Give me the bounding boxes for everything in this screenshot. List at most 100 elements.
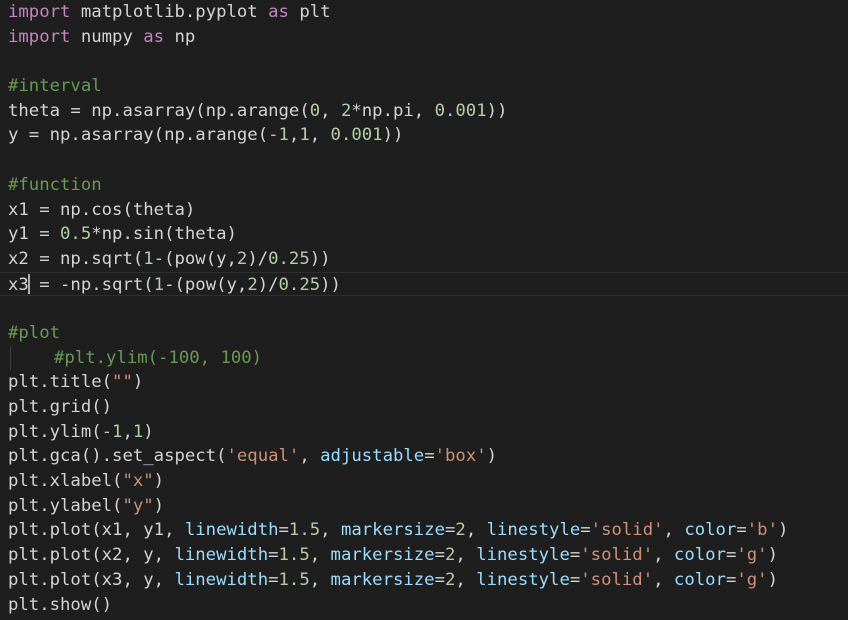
code-token: markersize <box>340 520 445 541</box>
code-token: 1 <box>299 125 310 146</box>
code-token: #plt.ylim(-100, 100) <box>54 347 263 368</box>
code-token: "" <box>112 372 133 393</box>
code-token: ) <box>132 372 144 393</box>
code-token: plt <box>288 2 331 22</box>
code-line[interactable]: plt.gca().set_aspect('equal', adjustable… <box>0 444 848 469</box>
code-token: numpy <box>70 26 144 47</box>
code-token: linestyle <box>486 520 581 541</box>
code-line[interactable]: plt.plot(x1, y1, linewidth=1.5, markersi… <box>0 518 848 543</box>
code-token: , <box>320 520 341 541</box>
code-token: 1 <box>143 248 154 269</box>
code-token: = <box>725 569 737 590</box>
code-token: markersize <box>330 545 435 566</box>
code-line[interactable]: plt.plot(x2, y, linewidth=1.5, markersiz… <box>0 543 848 568</box>
code-token: )) <box>309 248 331 269</box>
code-token: )/ <box>247 248 269 269</box>
code-token: adjustable <box>320 446 425 467</box>
code-token: = <box>569 545 581 566</box>
code-token: x3 <box>8 274 29 295</box>
text-cursor <box>27 273 30 294</box>
code-token: 'g' <box>736 569 768 590</box>
code-line[interactable] <box>0 296 848 321</box>
code-line[interactable]: plt.show() <box>0 593 848 618</box>
code-token: x2 = np.sqrt( <box>8 248 144 269</box>
code-token: = <box>434 569 445 590</box>
code-token: plt.plot(x2, y, <box>8 545 175 566</box>
code-token: , <box>320 100 341 121</box>
code-line[interactable]: #interval <box>0 74 848 99</box>
code-token: *np.pi, <box>351 100 435 121</box>
code-token: = -np.sqrt( <box>28 274 154 295</box>
code-line[interactable]: import matplotlib.pyplot as plt <box>0 0 848 25</box>
code-line[interactable]: plt.grid() <box>0 395 848 420</box>
code-line[interactable]: theta = np.asarray(np.arange(0, 2*np.pi,… <box>0 99 848 124</box>
code-line[interactable]: plt.title("") <box>0 370 848 395</box>
code-token: color <box>684 520 737 541</box>
code-line[interactable]: import numpy as np <box>0 25 848 50</box>
code-token: ) <box>153 495 165 516</box>
code-token: plt.xlabel( <box>8 471 123 492</box>
code-token: , <box>455 545 477 566</box>
code-token: theta = np.asarray(np.arange( <box>8 100 310 121</box>
code-token: 2 <box>445 545 456 566</box>
code-token: plt.ylabel( <box>8 495 123 516</box>
code-token: plt.grid() <box>8 397 113 417</box>
code-token: linewidth <box>184 520 279 541</box>
code-token: 1 <box>153 274 165 295</box>
code-token: 1.5 <box>288 520 321 541</box>
code-line[interactable]: y1 = 0.5*np.sin(theta) <box>0 222 848 247</box>
code-line[interactable]: #plt.ylim(-100, 100) <box>0 345 848 371</box>
code-line[interactable]: plt.plot(x3, y, linewidth=1.5, markersiz… <box>0 568 848 593</box>
code-line[interactable]: y = np.asarray(np.arange(-1,1, 0.001)) <box>0 123 848 148</box>
code-token: y = np.asarray(np.arange( <box>8 125 269 146</box>
code-token: "x" <box>122 471 154 492</box>
code-line[interactable]: x1 = np.cos(theta) <box>0 198 848 223</box>
code-token: -1 <box>268 125 289 146</box>
code-token: = <box>268 545 279 566</box>
code-token: 2 <box>455 520 466 541</box>
code-token: linestyle <box>476 545 570 566</box>
code-line[interactable]: plt.ylabel("y") <box>0 494 848 519</box>
code-token: ) <box>767 569 778 590</box>
code-token: plt.title( <box>8 372 113 393</box>
code-editor[interactable]: import matplotlib.pyplot as plt import nu… <box>0 0 848 620</box>
code-token: #interval <box>8 76 102 97</box>
code-line[interactable] <box>0 148 848 173</box>
code-line[interactable]: #function <box>0 173 848 198</box>
code-token: )) <box>382 125 404 146</box>
code-token: 0.5 <box>60 224 92 245</box>
code-line[interactable] <box>0 49 848 74</box>
code-token: ) <box>777 520 789 541</box>
code-token: ) <box>767 545 778 566</box>
code-token: , <box>288 125 300 146</box>
code-line[interactable]: plt.ylim(-1,1) <box>0 420 848 445</box>
code-token: np <box>164 26 196 47</box>
code-line[interactable]: x2 = np.sqrt(1-(pow(y,2)/0.25)) <box>0 247 848 272</box>
code-token: , <box>309 545 331 566</box>
code-token: linewidth <box>174 569 269 590</box>
code-token: markersize <box>330 569 435 590</box>
code-token: , <box>299 446 321 467</box>
code-line[interactable]: plt.xlabel("x") <box>0 469 848 494</box>
code-token: -(pow(y, <box>164 274 248 295</box>
code-token: -1 <box>101 421 123 442</box>
code-token: )/ <box>257 274 279 295</box>
code-line[interactable]: #plot <box>0 321 848 346</box>
code-token: ) <box>153 471 165 492</box>
code-token: , <box>663 520 685 541</box>
code-token: #function <box>8 174 102 195</box>
code-token: *np.sin(theta) <box>91 224 237 245</box>
code-token: , <box>465 520 487 541</box>
indent-guide <box>10 345 11 371</box>
code-token: import <box>8 2 71 22</box>
code-token: = <box>580 520 591 541</box>
code-token: 2 <box>340 100 352 121</box>
code-token: 'solid' <box>580 569 654 590</box>
code-token: 1.5 <box>278 545 310 566</box>
code-token: 'equal' <box>226 446 300 467</box>
code-token: color <box>673 545 726 566</box>
code-token: = <box>424 446 435 467</box>
code-token: , <box>455 569 477 590</box>
code-line[interactable]: x3 = -np.sqrt(1-(pow(y,2)/0.25)) <box>0 271 848 297</box>
code-token: #plot <box>8 322 61 343</box>
